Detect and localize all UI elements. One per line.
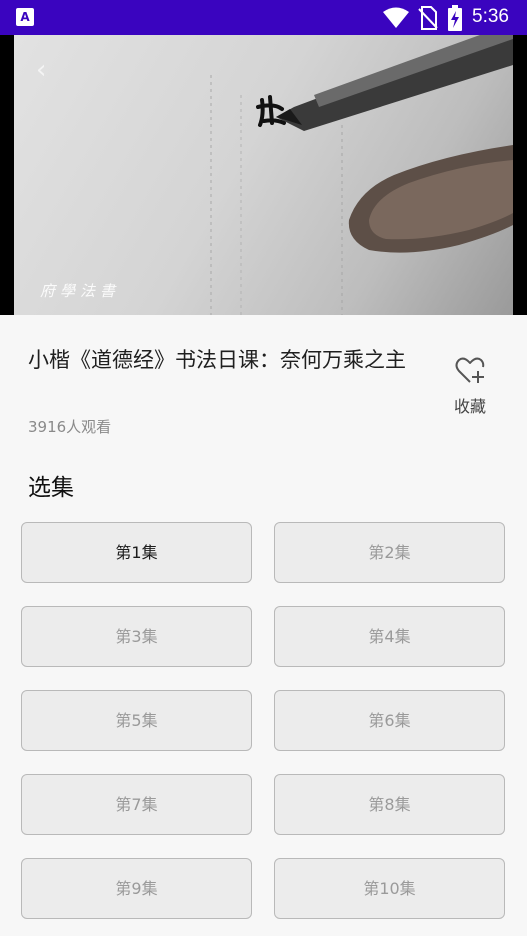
app-badge-icon: A: [16, 8, 34, 26]
video-watermark: 府學法書: [40, 282, 121, 300]
episode-button-4[interactable]: 第4集: [274, 606, 505, 667]
wifi-icon: [383, 7, 409, 28]
status-bar: A 5:36: [0, 0, 527, 35]
video-still-image: [210, 35, 513, 315]
episode-button-10[interactable]: 第10集: [274, 858, 505, 919]
sim-off-icon: [418, 6, 438, 30]
battery-charging-icon: [448, 5, 462, 31]
episode-button-9[interactable]: 第9集: [21, 858, 252, 919]
episode-button-6[interactable]: 第6集: [274, 690, 505, 751]
episode-button-3[interactable]: 第3集: [21, 606, 252, 667]
video-info-panel: 小楷《道德经》书法日课：奈何万乘之主 3916人观看 收藏 选集 第1集 第2集…: [0, 315, 527, 936]
video-player[interactable]: ‹ 府學法書: [0, 35, 527, 315]
episode-button-5[interactable]: 第5集: [21, 690, 252, 751]
video-title: 小楷《道德经》书法日课：奈何万乘之主: [28, 348, 406, 372]
favorite-button[interactable]: 收藏: [446, 357, 494, 417]
status-time: 5:36: [472, 6, 509, 27]
chevron-left-icon[interactable]: ‹: [36, 57, 46, 83]
episode-button-8[interactable]: 第8集: [274, 774, 505, 835]
episodes-heading: 选集: [28, 475, 74, 501]
favorite-label: 收藏: [453, 397, 486, 416]
video-frame: ‹ 府學法書: [14, 35, 513, 315]
episode-button-7[interactable]: 第7集: [21, 774, 252, 835]
episode-button-2[interactable]: 第2集: [274, 522, 505, 583]
heart-plus-icon: [455, 357, 485, 383]
view-count: 3916人观看: [28, 418, 112, 436]
episode-button-1[interactable]: 第1集: [21, 522, 252, 583]
